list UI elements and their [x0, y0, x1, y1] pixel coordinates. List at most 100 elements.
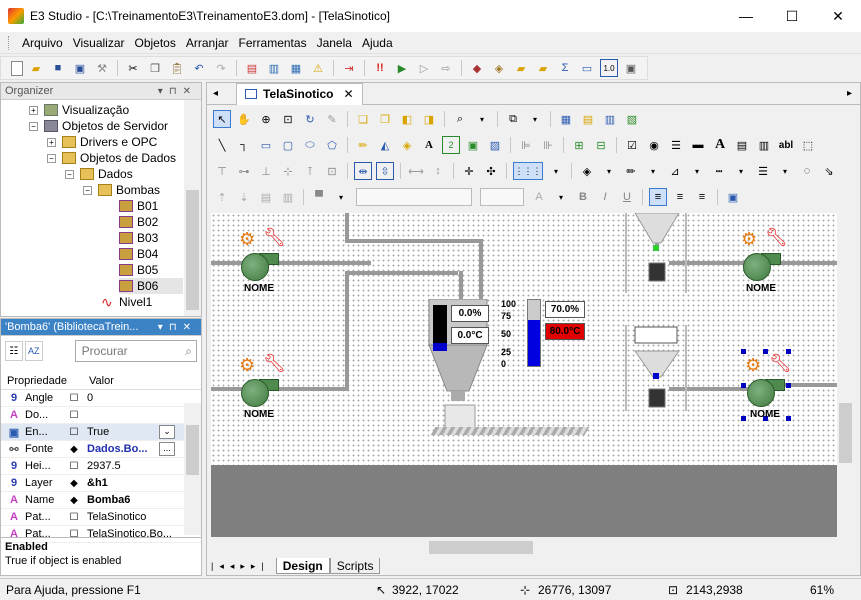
setpoint-tool-icon[interactable]: ▣	[464, 136, 482, 154]
grid-icon[interactable]: ⋮⋮⋮	[513, 162, 543, 180]
property-value[interactable]: TelaSinotico	[87, 511, 179, 523]
expander-icon[interactable]: −	[29, 121, 38, 131]
link-box-icon[interactable]: ☐	[67, 410, 81, 421]
order-front-icon[interactable]: ⇡	[213, 188, 231, 206]
minimize-button[interactable]: —	[723, 0, 769, 32]
pump-symbol[interactable]: ⚙ 🔧︎	[239, 227, 286, 283]
selection-handle[interactable]	[763, 349, 768, 354]
line-color-icon[interactable]: ✏	[622, 162, 640, 180]
tree-item-objetos-dados[interactable]: − Objetos de Dados	[47, 150, 176, 166]
link-diamond-icon[interactable]: ◆	[67, 444, 81, 455]
tree-item-objetos-servidor[interactable]: − Objetos de Servidor	[29, 118, 168, 134]
property-value[interactable]: 2937.5	[87, 460, 179, 472]
link-box-icon[interactable]: ☐	[67, 461, 81, 472]
menu-arquivo[interactable]: Arquivo	[17, 36, 68, 50]
undo-icon[interactable]: ↶	[190, 59, 208, 77]
alarm-icon[interactable]: !!	[371, 59, 389, 77]
open-folder-icon[interactable]: ▰	[27, 59, 45, 77]
rectangle-tool-icon[interactable]: ▭	[257, 136, 275, 154]
ellipsis-button[interactable]: ...	[159, 442, 175, 456]
dropdown-chevron-icon[interactable]: ▾	[600, 162, 618, 180]
height-icon[interactable]: ↕	[429, 162, 447, 180]
search-input[interactable]: Procurar ⌕	[74, 340, 197, 362]
cut-icon[interactable]: ✂	[124, 59, 142, 77]
link-diamond-icon[interactable]: ◆	[67, 495, 81, 506]
hopper-top[interactable]	[621, 213, 693, 295]
canvas-horizontal-scrollbar[interactable]	[211, 539, 838, 556]
sort-az-icon[interactable]: AZ	[24, 341, 43, 361]
tab-close-icon[interactable]: ✕	[343, 87, 353, 101]
tab-scripts[interactable]: Scripts	[329, 558, 381, 574]
sum-icon[interactable]: Σ	[556, 59, 574, 77]
tree-item-b02[interactable]: B02	[119, 214, 158, 230]
organizer-scrollbar[interactable]	[184, 100, 201, 316]
selection-handle[interactable]	[741, 349, 746, 354]
scroll-thumb[interactable]	[186, 425, 199, 475]
dropdown-chevron-icon[interactable]: ▾	[473, 110, 491, 128]
search-icon[interactable]: ⌕	[451, 110, 469, 128]
transparency-icon[interactable]: ◌	[798, 162, 816, 180]
expander-icon[interactable]: −	[65, 169, 74, 179]
abl-tool-icon[interactable]: abl	[777, 136, 795, 154]
screen-icon[interactable]: ▥	[265, 59, 283, 77]
font-size-select[interactable]	[480, 188, 524, 206]
tab-scroll-right-icon[interactable]: ▸	[847, 88, 852, 99]
dropdown-chevron-icon[interactable]: ▾	[332, 188, 350, 206]
run-icon[interactable]: ⇥	[340, 59, 358, 77]
tab-design[interactable]: Design	[275, 558, 330, 574]
zoom-area-icon[interactable]: ⊡	[279, 110, 297, 128]
combo-tool-icon[interactable]: ▥	[755, 136, 773, 154]
line-width-icon[interactable]: ☰	[754, 162, 772, 180]
tree-item-bombas[interactable]: − Bombas	[83, 182, 160, 198]
edit-points-icon[interactable]: ✎	[323, 110, 341, 128]
frame-tool-icon[interactable]: ⬚	[799, 136, 817, 154]
fill-color-icon[interactable]: ◈	[578, 162, 596, 180]
pointer-icon[interactable]: ↖	[213, 110, 231, 128]
polygon-tool-icon[interactable]: ⬠	[323, 136, 341, 154]
pump-symbol-selected[interactable]: ⚙ 🔧︎	[745, 353, 792, 409]
order-fwd-icon[interactable]: ▤	[257, 188, 275, 206]
display-tool-icon[interactable]: 2	[442, 136, 460, 154]
warning-icon[interactable]: ⚠	[309, 59, 327, 77]
property-value[interactable]: True	[87, 426, 159, 438]
fill-tool-icon[interactable]: ◈	[398, 136, 416, 154]
save-icon[interactable]: ■	[49, 59, 67, 77]
property-row-enabled[interactable]: ▣ En... ☐ True ⌄	[1, 424, 201, 441]
insert-picture-icon[interactable]: ▤	[579, 110, 597, 128]
folder2-icon[interactable]: ▰	[534, 59, 552, 77]
tools-icon[interactable]: ⚒	[93, 59, 111, 77]
property-row[interactable]: 9 Layer ◆ &h1	[1, 475, 201, 492]
tree-item-dados[interactable]: − Dados	[65, 166, 133, 182]
bitmap-tool-icon[interactable]: ▨	[486, 136, 504, 154]
menu-ferramentas[interactable]: Ferramentas	[234, 36, 312, 50]
property-row[interactable]: 9 Angle ☐ 0	[1, 390, 201, 407]
tree-item-b03[interactable]: B03	[119, 230, 158, 246]
refresh-icon[interactable]: ↻	[301, 110, 319, 128]
new-file-icon[interactable]	[11, 60, 23, 76]
tree-item-b04[interactable]: B04	[119, 246, 158, 262]
database-icon[interactable]: ◈	[490, 59, 508, 77]
frame-icon[interactable]: ▦	[287, 59, 305, 77]
tree-item-visualizacao[interactable]: + Visualização	[29, 102, 129, 118]
bold-icon[interactable]: B	[574, 188, 592, 206]
redo-icon[interactable]: ↷	[212, 59, 230, 77]
same-size-icon[interactable]: ⊡	[323, 162, 341, 180]
radio-tool-icon[interactable]: ◉	[645, 136, 663, 154]
listbox-tool-icon[interactable]: ☰	[667, 136, 685, 154]
tab-scroll-left-icon[interactable]: ◂	[213, 88, 218, 99]
dropdown-chevron-icon[interactable]: ▾	[688, 162, 706, 180]
property-value[interactable]: 0	[87, 392, 179, 404]
expander-icon[interactable]: −	[83, 185, 92, 195]
pump-symbol[interactable]: ⚙ 🔧︎	[741, 227, 788, 283]
pump-symbol[interactable]: ⚙ 🔧︎	[239, 353, 286, 409]
zoom-icon[interactable]: ⊕	[257, 110, 275, 128]
space-vertical-icon[interactable]: ⇳	[376, 162, 394, 180]
step-icon[interactable]: ▷	[415, 59, 433, 77]
align-bottom-icon[interactable]: ⊥	[257, 162, 275, 180]
checkbox-tool-icon[interactable]: ☑	[623, 136, 641, 154]
insert-object-icon[interactable]: ▦	[557, 110, 575, 128]
panel-buttons[interactable]: ▾⊓✕	[158, 86, 197, 97]
menu-ajuda[interactable]: Ajuda	[357, 36, 398, 50]
hopper-bottom[interactable]	[621, 325, 693, 413]
property-row[interactable]: ⚯ Fonte ◆ Dados.Bo... ...	[1, 441, 201, 458]
